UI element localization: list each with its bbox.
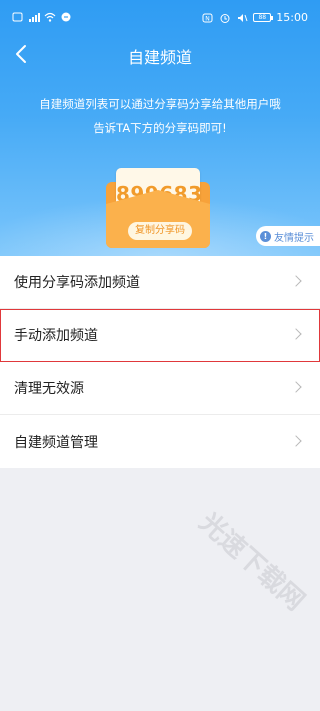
sim-icon xyxy=(12,12,23,22)
chevron-right-icon xyxy=(290,381,302,393)
status-bar: N 88 15:00 xyxy=(0,0,320,36)
menu-item-manage-channels[interactable]: 自建频道管理 xyxy=(0,415,320,468)
nfc-icon: N xyxy=(202,13,213,22)
menu-item-label: 自建频道管理 xyxy=(14,434,98,451)
friendly-tip-button[interactable]: ! 友情提示 xyxy=(256,226,320,246)
watermark: 光速下载网 xyxy=(193,507,310,617)
svg-text:N: N xyxy=(206,15,211,22)
mute-icon xyxy=(238,13,248,22)
page-title: 自建频道 xyxy=(127,48,192,67)
menu-item-clean-invalid-sources[interactable]: 清理无效源 xyxy=(0,362,320,415)
menu-item-add-manually[interactable]: 手动添加频道 xyxy=(0,309,320,362)
chevron-right-icon xyxy=(290,434,302,447)
alarm-icon xyxy=(220,13,230,23)
clock: 15:00 xyxy=(276,11,308,24)
description-line-2: 告诉TA下方的分享码即可! xyxy=(93,121,227,135)
share-description: 自建频道列表可以通过分享码分享给其他用户哦 告诉TA下方的分享码即可! xyxy=(30,92,290,140)
menu-item-add-by-share-code[interactable]: 使用分享码添加频道 xyxy=(0,256,320,309)
menu-item-label: 手动添加频道 xyxy=(14,328,98,344)
status-right-icons: N 88 15:00 xyxy=(202,11,308,24)
wifi-icon xyxy=(44,12,56,22)
signal-icon xyxy=(29,13,40,22)
description-line-1: 自建频道列表可以通过分享码分享给其他用户哦 xyxy=(39,97,281,111)
copy-share-code-button[interactable]: 复制分享码 xyxy=(128,222,192,240)
battery-icon: 88 xyxy=(253,13,274,22)
info-icon: ! xyxy=(260,230,271,242)
menu-item-label: 使用分享码添加频道 xyxy=(14,275,140,291)
share-code-envelope: 899683 复制分享码 xyxy=(106,162,210,248)
channel-menu: 使用分享码添加频道 手动添加频道 清理无效源 自建频道管理 xyxy=(0,256,320,468)
chevron-right-icon xyxy=(290,275,302,287)
friendly-tip-label: 友情提示 xyxy=(274,232,314,244)
app-icon xyxy=(61,12,71,22)
nav-bar: 自建频道 xyxy=(0,36,320,72)
chevron-right-icon xyxy=(290,328,302,340)
menu-item-label: 清理无效源 xyxy=(14,381,84,397)
status-left-icons xyxy=(12,12,72,22)
